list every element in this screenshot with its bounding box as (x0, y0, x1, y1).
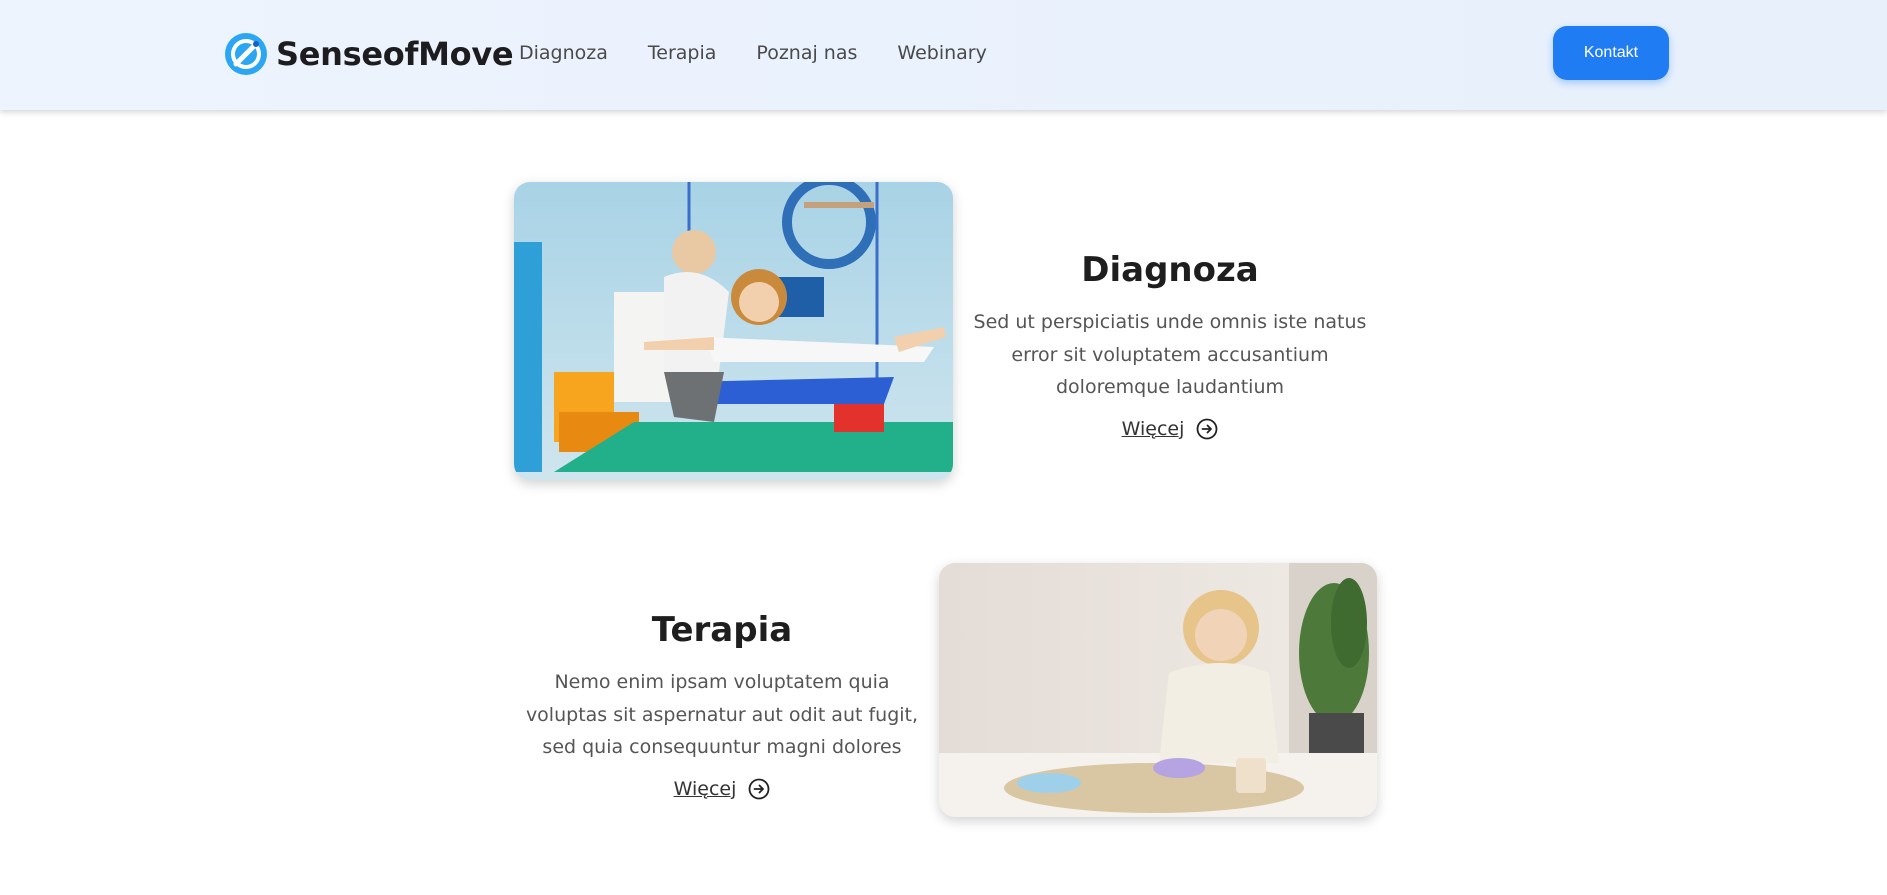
site-header: SenseofMove Diagnoza Terapia Poznaj nas … (0, 0, 1887, 110)
contact-button[interactable]: Kontakt (1553, 26, 1669, 80)
section-desc-line: voluptas sit aspernatur aut odit aut fug… (525, 703, 919, 726)
section-desc-line: error sit voluptatem accusantium (1011, 343, 1329, 366)
logo-icon (225, 33, 267, 75)
more-label: Więcej (673, 777, 737, 800)
section-title-diagnoza: Diagnoza (1081, 250, 1259, 290)
nav-item-terapia[interactable]: Terapia (648, 40, 717, 66)
terapia-image (939, 563, 1377, 817)
brand-name: SenseofMove (276, 35, 514, 73)
nav-item-webinary[interactable]: Webinary (897, 40, 986, 66)
section-desc-line: Sed ut perspiciatis unde omnis iste natu… (973, 311, 1367, 333)
terapia-more-link[interactable]: Więcej (674, 778, 771, 800)
diagnoza-text: Diagnoza Sed ut perspiciatis unde omnis … (970, 250, 1370, 440)
diagnoza-image (514, 182, 953, 480)
section-title-terapia: Terapia (651, 610, 793, 650)
arrow-right-circle-icon (748, 778, 770, 799)
diagnoza-more-link[interactable]: Więcej (1122, 418, 1219, 440)
section-desc-line: sed quia consequuntur magni dolores (542, 736, 902, 758)
section-desc-line: Nemo enim ipsam voluptatem quia (554, 671, 890, 693)
brand-logo[interactable]: SenseofMove (224, 30, 514, 78)
section-desc-line: doloremque laudantium (1056, 376, 1284, 398)
more-label: Więcej (1121, 417, 1185, 440)
nav-item-poznaj-nas[interactable]: Poznaj nas (756, 40, 857, 66)
main-nav: Diagnoza Terapia Poznaj nas Webinary (519, 40, 987, 66)
arrow-right-circle-icon (1196, 418, 1218, 439)
nav-item-diagnoza[interactable]: Diagnoza (519, 40, 608, 66)
terapia-text: Terapia Nemo enim ipsam voluptatem quia … (522, 610, 922, 800)
